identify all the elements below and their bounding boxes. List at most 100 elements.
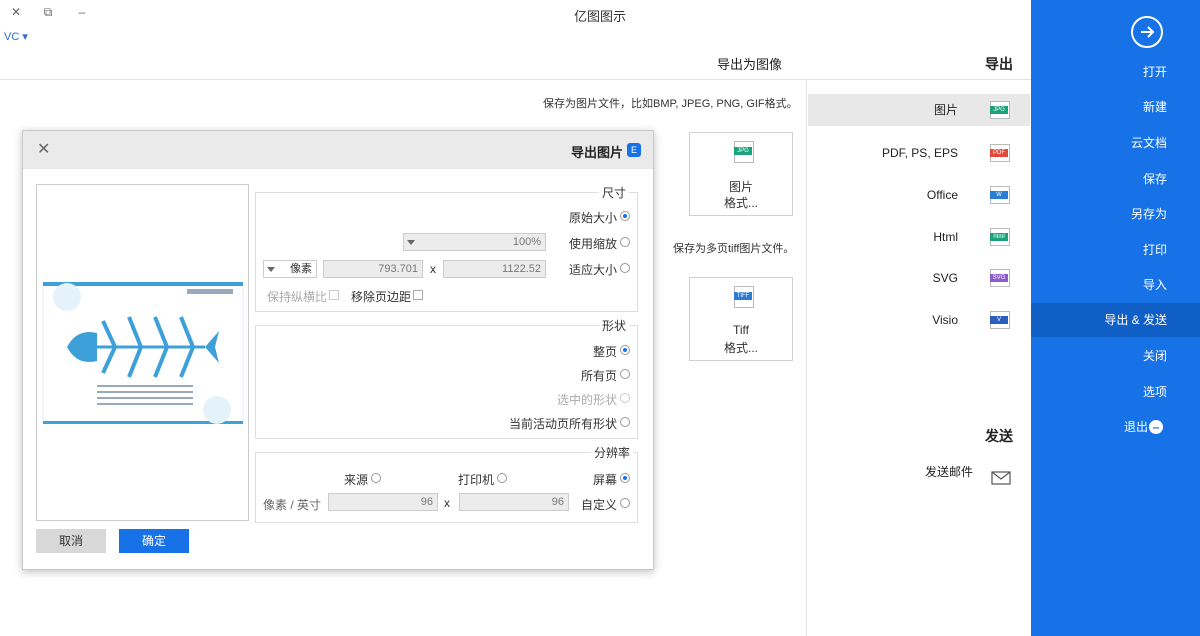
image-format-description: 保存为图片文件，比如BMP, JPEG, PNG, GIF格式。 — [543, 98, 798, 110]
fit-size-radio[interactable] — [620, 263, 630, 273]
sidebar-item-import[interactable]: 导入 — [1031, 268, 1200, 302]
format-label: Office — [926, 188, 958, 202]
whole-page-radio[interactable] — [620, 345, 630, 355]
app-logo-icon: E — [627, 143, 641, 157]
source-radio[interactable] — [371, 473, 381, 483]
format-item-html[interactable]: html Html — [808, 221, 1030, 253]
tiff-format-description: 保存为多页tiff图片文件。 — [673, 243, 795, 255]
sidebar-item-new[interactable]: 新建 — [1031, 90, 1200, 124]
word-file-icon: W — [990, 186, 1010, 204]
format-label: Visio — [932, 313, 958, 327]
sidebar-item-label: 打开 — [1142, 65, 1167, 79]
printer-label: 打印机 — [458, 473, 495, 487]
all-pages-label: 所有页 — [581, 369, 618, 383]
dpi-y-input[interactable]: 96 — [328, 493, 438, 511]
window-title: 亿图图示 — [573, 9, 626, 24]
format-label: PDF, PS, EPS — [881, 146, 958, 160]
format-item-image[interactable]: JPG 图片 — [808, 94, 1030, 126]
panel-divider — [806, 79, 807, 636]
resolution-group-label: 分辨率 — [591, 444, 634, 461]
sidebar-item-close[interactable]: 关闭 — [1031, 339, 1200, 373]
width-input[interactable]: 1122.52 — [443, 260, 546, 278]
height-input[interactable]: 793.701 — [323, 260, 423, 278]
jpg-file-icon: JPG — [990, 101, 1010, 119]
keep-ratio-label: 保持纵横比 — [267, 290, 328, 304]
dpi-unit-label: 像素 / 英寸 — [263, 498, 322, 512]
selected-shapes-radio[interactable] — [620, 393, 630, 403]
screen-radio[interactable] — [620, 473, 630, 483]
sidebar-item-cloud[interactable]: 云文档 — [1031, 126, 1200, 160]
dialog-header — [23, 131, 653, 169]
user-account-button[interactable]: VC ▾ — [4, 30, 28, 43]
use-zoom-label: 使用缩放 — [569, 237, 618, 251]
all-pages-radio[interactable] — [620, 369, 630, 379]
format-label: Html — [933, 230, 958, 244]
screen-label: 屏幕 — [593, 473, 618, 487]
sidebar-item-label: 打印 — [1142, 243, 1167, 257]
selected-shapes-label: 选中的形状 — [557, 393, 618, 407]
custom-resolution-radio[interactable] — [620, 498, 630, 508]
remove-margin-checkbox[interactable] — [413, 290, 423, 300]
open-arrow-icon[interactable] — [1131, 16, 1163, 48]
sidebar-item-label: 关闭 — [1142, 349, 1167, 363]
printer-radio[interactable] — [497, 473, 507, 483]
sidebar-item-label: 云文档 — [1130, 136, 1167, 150]
zoom-select[interactable]: 100% — [403, 233, 546, 251]
original-size-radio[interactable] — [620, 211, 630, 221]
current-page-shapes-radio[interactable] — [620, 417, 630, 427]
export-section-title: 导出 — [985, 56, 1013, 72]
use-zoom-radio[interactable] — [620, 237, 630, 247]
sidebar-item-label: 选项 — [1142, 385, 1167, 399]
dialog-title: 导出图片 — [570, 145, 623, 160]
sidebar-item-print[interactable]: 打印 — [1031, 233, 1200, 267]
card-line2: 格式... — [723, 341, 758, 355]
fit-size-label: 适应大小 — [569, 263, 618, 277]
sidebar-item-save-as[interactable]: 另存为 — [1031, 197, 1200, 231]
size-x-separator: x — [430, 262, 436, 276]
card-line1: 图片 — [728, 180, 753, 194]
dpi-x-input[interactable]: 96 — [459, 493, 569, 511]
export-image-dialog: E 导出图片 ✕ 尺寸 原始大小 使用缩放 100% 适应大小 1122.52 … — [22, 130, 654, 570]
sidebar-item-export-send[interactable]: 导出 & 发送 — [1031, 303, 1200, 337]
pdf-file-icon: PDF — [990, 144, 1010, 162]
sidebar-item-label: 保存 — [1142, 172, 1167, 186]
sidebar-item-label: 导入 — [1142, 278, 1167, 292]
format-item-visio[interactable]: V Visio — [808, 304, 1030, 336]
exit-icon: – — [1149, 420, 1163, 434]
chevron-down-icon — [267, 267, 275, 272]
format-item-pdf[interactable]: PDF PDF, PS, EPS — [808, 137, 1030, 169]
keep-ratio-checkbox[interactable] — [329, 290, 339, 300]
size-group-label: 尺寸 — [599, 184, 630, 201]
jpg-file-icon: JPG — [734, 141, 754, 163]
card-line1: Tiff — [732, 323, 749, 337]
minimize-window-button[interactable]: – — [72, 4, 92, 20]
card-line2: 格式... — [723, 196, 758, 210]
format-item-svg[interactable]: SVG SVG — [808, 262, 1030, 294]
close-window-button[interactable]: ✕ — [6, 4, 26, 20]
cancel-button[interactable]: 取消 — [36, 529, 106, 553]
svg-file-icon: SVG — [990, 269, 1010, 287]
header-divider — [0, 79, 1031, 80]
sidebar-item-label: 导出 & 发送 — [1104, 313, 1167, 327]
chevron-down-icon — [407, 240, 415, 245]
original-size-label: 原始大小 — [569, 211, 618, 225]
dpi-x-separator: x — [444, 496, 450, 510]
export-preview — [36, 184, 249, 521]
image-format-card[interactable]: JPG 图片 格式... — [689, 132, 793, 216]
restore-window-button[interactable]: ⧉ — [38, 4, 58, 20]
mail-icon — [991, 465, 1011, 497]
sidebar-item-options[interactable]: 选项 — [1031, 375, 1200, 409]
close-icon[interactable]: ✕ — [37, 139, 50, 159]
send-mail-item[interactable]: 发送邮件 — [808, 456, 1030, 488]
ok-button[interactable]: 确定 — [119, 529, 189, 553]
tiff-format-card[interactable]: TIFF Tiff 格式... — [689, 277, 793, 361]
main-heading: 导出为图像 — [717, 57, 783, 72]
sidebar-item-label: 另存为 — [1130, 207, 1167, 221]
sidebar-item-exit[interactable]: 退出 – — [1031, 410, 1200, 444]
sidebar-item-save[interactable]: 保存 — [1031, 162, 1200, 196]
format-item-office[interactable]: W Office — [808, 179, 1030, 211]
format-label: 图片 — [933, 103, 958, 117]
sidebar-item-label: 新建 — [1142, 100, 1167, 114]
visio-file-icon: V — [990, 311, 1010, 329]
sidebar-item-open[interactable]: 打开 — [1031, 55, 1200, 89]
